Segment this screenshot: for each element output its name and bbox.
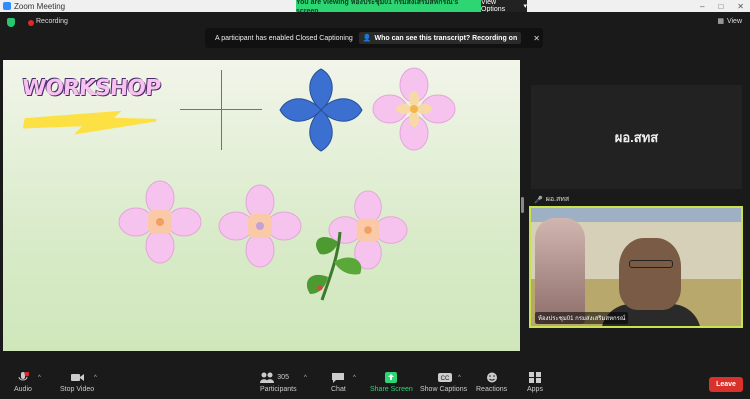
view-button[interactable]: ▦ View xyxy=(717,17,742,26)
audio-button[interactable]: Audio xyxy=(14,371,32,393)
share-banner: You are viewing ห้องประชุม01 กรมส่งเสริม… xyxy=(296,0,527,15)
participant-label-text: ผอ.สทส xyxy=(545,196,570,203)
cc-notice: A participant has enabled Closed Caption… xyxy=(205,28,543,48)
captions-options-caret[interactable]: ^ xyxy=(458,375,461,381)
chat-button[interactable]: Chat xyxy=(331,372,346,393)
chat-label: Chat xyxy=(331,386,346,393)
audio-options-caret[interactable]: ^ xyxy=(38,375,41,381)
closed-captions-icon: CC xyxy=(437,372,452,383)
share-screen-button[interactable]: Share Screen xyxy=(370,372,413,393)
video-camera-icon xyxy=(71,372,85,383)
mic-muted-icon: 🎤 xyxy=(534,196,543,204)
share-screen-label: Share Screen xyxy=(370,386,413,393)
participants-button[interactable]: 305 Participants xyxy=(260,372,297,393)
svg-text:CC: CC xyxy=(440,376,449,382)
minimize-button[interactable]: – xyxy=(700,2,704,11)
chevron-down-icon: ▾ xyxy=(523,3,527,10)
person-icon: 👤 xyxy=(362,35,372,42)
leave-button[interactable]: Leave xyxy=(709,377,743,392)
participant-name-tile[interactable]: ผอ.สทส xyxy=(531,85,742,189)
workshop-logo: WORKSHOP xyxy=(21,76,161,101)
statue-in-video xyxy=(535,218,585,324)
participant-tile-label: 🎤 ผอ.สทส xyxy=(534,194,569,205)
stop-video-label: Stop Video xyxy=(60,386,95,393)
pink-flower-decoration xyxy=(118,180,202,264)
view-label: View xyxy=(726,17,742,25)
speaker-glasses xyxy=(629,260,673,268)
reactions-label: Reactions xyxy=(476,386,508,393)
blue-flower-decoration xyxy=(279,68,363,152)
close-icon[interactable]: ✕ xyxy=(533,34,540,43)
apps-button[interactable]: Apps xyxy=(527,372,543,393)
cc-notice-text: A participant has enabled Closed Caption… xyxy=(215,34,353,42)
crosshair-vertical-line xyxy=(221,70,222,150)
audio-label: Audio xyxy=(14,386,32,393)
video-tile-label: ห้องประชุม01 กรมส่งเสริมสหกรณ์ xyxy=(535,312,629,324)
view-grid-icon: ▦ xyxy=(717,18,724,25)
crosshair-horizontal-line xyxy=(180,109,262,110)
green-leaves-decoration xyxy=(306,231,362,301)
microphone-icon xyxy=(17,371,30,383)
pink-flower-decoration xyxy=(372,67,456,151)
shield-icon[interactable] xyxy=(7,18,15,27)
zoom-app-icon xyxy=(3,2,11,10)
participants-options-caret[interactable]: ^ xyxy=(304,375,307,381)
apps-label: Apps xyxy=(527,386,543,393)
pink-flower-decoration xyxy=(218,184,302,268)
window-controls: – □ ✕ xyxy=(700,0,744,12)
participants-count: 305 xyxy=(277,374,289,381)
participants-icon: 305 xyxy=(260,372,296,383)
window-title: Zoom Meeting xyxy=(14,1,66,11)
recording-label[interactable]: Recording xyxy=(36,18,68,25)
chat-options-caret[interactable]: ^ xyxy=(353,375,356,381)
chat-bubble-icon xyxy=(332,372,345,383)
maximize-button[interactable]: □ xyxy=(718,2,723,11)
participant-name: ผอ.สทส xyxy=(614,129,659,145)
view-options-button[interactable]: View Options ▾ xyxy=(481,0,527,13)
video-options-caret[interactable]: ^ xyxy=(94,375,97,381)
close-window-button[interactable]: ✕ xyxy=(737,2,744,11)
panel-splitter-handle[interactable] xyxy=(521,197,524,213)
transcript-info-link[interactable]: 👤 Who can see this transcript? Recording… xyxy=(358,32,522,44)
show-captions-label: Show Captions xyxy=(420,386,468,393)
speaker-face xyxy=(619,238,681,310)
participants-label: Participants xyxy=(260,386,297,393)
reactions-button[interactable]: Reactions xyxy=(476,372,507,393)
active-speaker-video-tile[interactable]: ห้องประชุม01 กรมส่งเสริมสหกรณ์ xyxy=(529,206,743,328)
recording-icon xyxy=(28,20,34,26)
share-screen-icon xyxy=(385,372,398,383)
stop-video-button[interactable]: Stop Video xyxy=(60,372,94,393)
share-banner-message: You are viewing ห้องประชุม01 กรมส่งเสริม… xyxy=(296,0,481,15)
apps-grid-icon xyxy=(528,372,541,383)
smiley-icon xyxy=(486,372,498,383)
transcript-info-label: Who can see this transcript? Recording o… xyxy=(374,34,518,42)
